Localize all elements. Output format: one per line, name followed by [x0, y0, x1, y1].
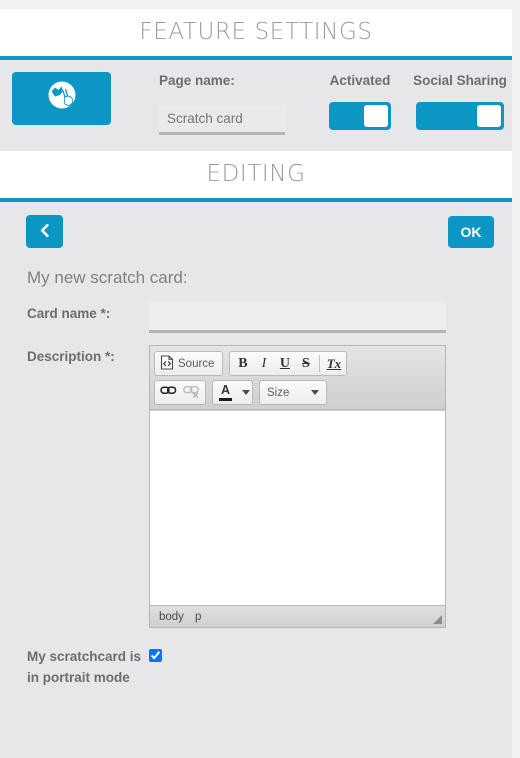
bold-button[interactable]: B — [232, 353, 253, 374]
social-sharing-toggle[interactable] — [416, 102, 504, 130]
app-icon-cell — [0, 72, 150, 125]
activated-toggle-knob — [364, 105, 388, 127]
right-gutter-scrollbar[interactable] — [512, 0, 520, 758]
text-color-swatch — [219, 397, 232, 401]
strikethrough-button[interactable]: S — [295, 353, 316, 374]
card-name-label: Card name *: — [27, 306, 111, 321]
unlink-button[interactable] — [180, 382, 203, 403]
feature-settings-header: FEATURE SETTINGS — [0, 9, 512, 60]
activated-toggle[interactable] — [329, 102, 391, 130]
link-icon — [160, 384, 177, 401]
back-button[interactable] — [26, 215, 63, 248]
source-button[interactable]: Source — [157, 353, 220, 374]
social-sharing-cell: Social Sharing — [410, 72, 510, 135]
social-sharing-label: Social Sharing — [413, 73, 507, 88]
source-button-label: Source — [178, 357, 215, 370]
feature-settings-title: FEATURE SETTINGS — [139, 19, 373, 45]
editor-group-colors: A — [212, 380, 253, 405]
app-viewport: FEATURE SETTINGS Page name: Scratch card… — [0, 0, 520, 758]
feature-settings-panel: Page name: Activated Social Sharing — [0, 60, 512, 151]
editor-content-area[interactable] — [150, 410, 445, 605]
activated-cell: Activated — [310, 72, 410, 135]
editing-title: EDITING — [206, 161, 306, 187]
editor-toolbar-row-1: Source B I U S Tx — [154, 351, 441, 376]
editor-group-fontsize: Size — [259, 380, 327, 405]
top-gutter — [0, 0, 520, 9]
remove-format-button[interactable]: Tx — [323, 353, 344, 374]
underline-button[interactable]: U — [274, 353, 295, 374]
form-heading: My new scratch card: — [27, 268, 188, 287]
description-row: Description *: Source B I U S Tx A Size … — [0, 333, 512, 628]
scratch-card-icon-tile[interactable] — [12, 72, 111, 125]
font-size-caret-icon — [311, 390, 319, 395]
resize-handle-icon[interactable] — [433, 615, 442, 624]
portrait-mode-checkbox[interactable] — [149, 649, 162, 662]
description-label: Description *: — [27, 349, 115, 364]
card-name-row: Card name *: — [0, 290, 512, 333]
source-icon — [160, 354, 174, 373]
social-sharing-toggle-knob — [477, 105, 501, 127]
unlink-icon — [183, 384, 200, 402]
italic-button[interactable]: I — [253, 353, 274, 374]
page-name-cell: Page name: — [150, 72, 310, 135]
text-color-button[interactable]: A — [215, 382, 236, 403]
page-name-input[interactable] — [159, 105, 285, 135]
rich-text-editor: Source B I U S Tx A Size body p — [149, 345, 446, 628]
font-size-dropdown[interactable]: Size — [262, 382, 324, 403]
activated-label: Activated — [329, 73, 391, 88]
editing-header: EDITING — [0, 151, 512, 202]
content-column: FEATURE SETTINGS Page name: Scratch card… — [0, 9, 512, 758]
card-name-input[interactable] — [149, 302, 446, 333]
page-name-label: Page name: — [159, 73, 235, 88]
text-color-label: A — [220, 383, 231, 398]
editor-elements-path: body p — [150, 605, 445, 627]
ok-button[interactable]: OK — [448, 215, 494, 248]
editor-group-document: Source — [154, 351, 224, 376]
font-size-label: Size — [267, 386, 290, 399]
editing-panel: OK My new scratch card: Card name *: Des… — [0, 202, 512, 688]
editing-actions-row: OK — [0, 215, 512, 248]
portrait-mode-label: My scratchcard is in portrait mode — [27, 649, 142, 685]
editor-toolbar-row-2: A Size — [154, 380, 441, 405]
text-color-caret-icon[interactable] — [242, 390, 250, 395]
scratch-card-icon — [44, 78, 80, 119]
portrait-mode-row: My scratchcard is in portrait mode — [0, 628, 512, 688]
link-button[interactable] — [157, 382, 180, 403]
editor-group-links — [154, 380, 206, 405]
toolbar-separator — [319, 355, 321, 372]
elements-path-body[interactable]: body — [159, 611, 184, 623]
elements-path-p[interactable]: p — [195, 611, 201, 623]
chevron-left-icon — [38, 223, 51, 241]
editor-toolbar: Source B I U S Tx A Size — [150, 346, 445, 410]
editor-group-basicstyles: B I U S Tx — [229, 351, 348, 376]
